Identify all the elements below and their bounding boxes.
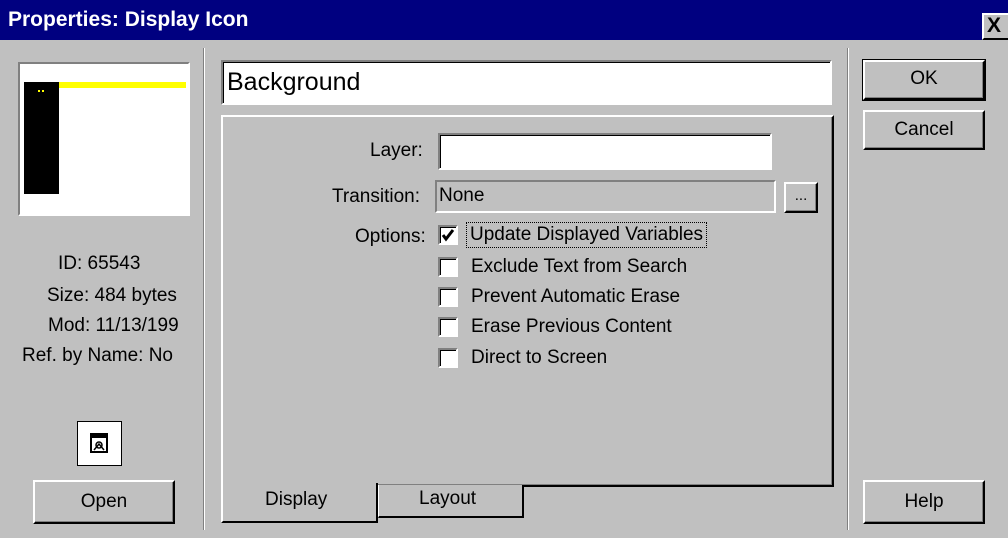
open-button-label: Open [80,491,128,512]
checkbox-update-displayed-variables[interactable] [438,225,458,245]
ok-button[interactable]: OK [862,59,986,101]
cancel-button-label: Cancel [894,119,954,140]
transition-browse-button[interactable]: ... [784,182,818,213]
window-title: Properties: Display Icon [8,8,249,31]
options-label: Options: [355,226,426,247]
tab-display[interactable]: Display [221,483,378,523]
preview-black-panel [24,82,59,194]
transition-field: None [435,180,776,213]
checkbox-direct-to-screen[interactable] [438,348,458,368]
icon-id: ID: 65543 [58,253,141,274]
preview-dots [38,90,44,94]
close-button[interactable]: X [982,13,1008,40]
cancel-button[interactable]: Cancel [863,110,985,150]
close-icon: X [987,14,1002,37]
help-button-label: Help [904,491,944,512]
checkbox-exclude-text-from-search[interactable] [438,257,458,277]
separator-left [203,48,205,530]
option-label-erase-previous-content[interactable]: Erase Previous Content [471,316,672,338]
tab-display-label: Display [265,489,328,510]
help-button[interactable]: Help [863,480,985,524]
ref-by-name: Ref. by Name: No [22,345,173,366]
checkbox-erase-previous-content[interactable] [438,317,458,337]
layer-input[interactable] [438,133,772,170]
separator-right [847,48,849,530]
transition-browse-label: ... [794,187,808,204]
transition-label: Transition: [332,186,420,207]
tab-layout-label: Layout [419,488,477,509]
checkmark-icon [441,229,455,242]
tab-layout[interactable]: Layout [378,485,524,518]
icon-size: Size: 484 bytes [47,285,177,306]
option-label-direct-to-screen[interactable]: Direct to Screen [471,347,607,369]
ok-button-label: OK [910,68,938,89]
transition-value: None [439,185,485,206]
open-button[interactable]: Open [33,480,175,524]
checkbox-prevent-automatic-erase[interactable] [438,287,458,307]
icon-name-field[interactable]: Background [221,60,832,105]
icon-name-value: Background [227,68,361,96]
icon-modified: Mod: 11/13/199 [48,315,179,336]
icon-preview [18,62,190,216]
option-label-update-displayed-variables[interactable]: Update Displayed Variables [466,222,708,248]
layer-label: Layer: [370,140,423,161]
option-label-prevent-automatic-erase[interactable]: Prevent Automatic Erase [471,286,680,308]
option-label-exclude-text-from-search[interactable]: Exclude Text from Search [471,256,687,278]
display-icon[interactable] [77,421,122,466]
